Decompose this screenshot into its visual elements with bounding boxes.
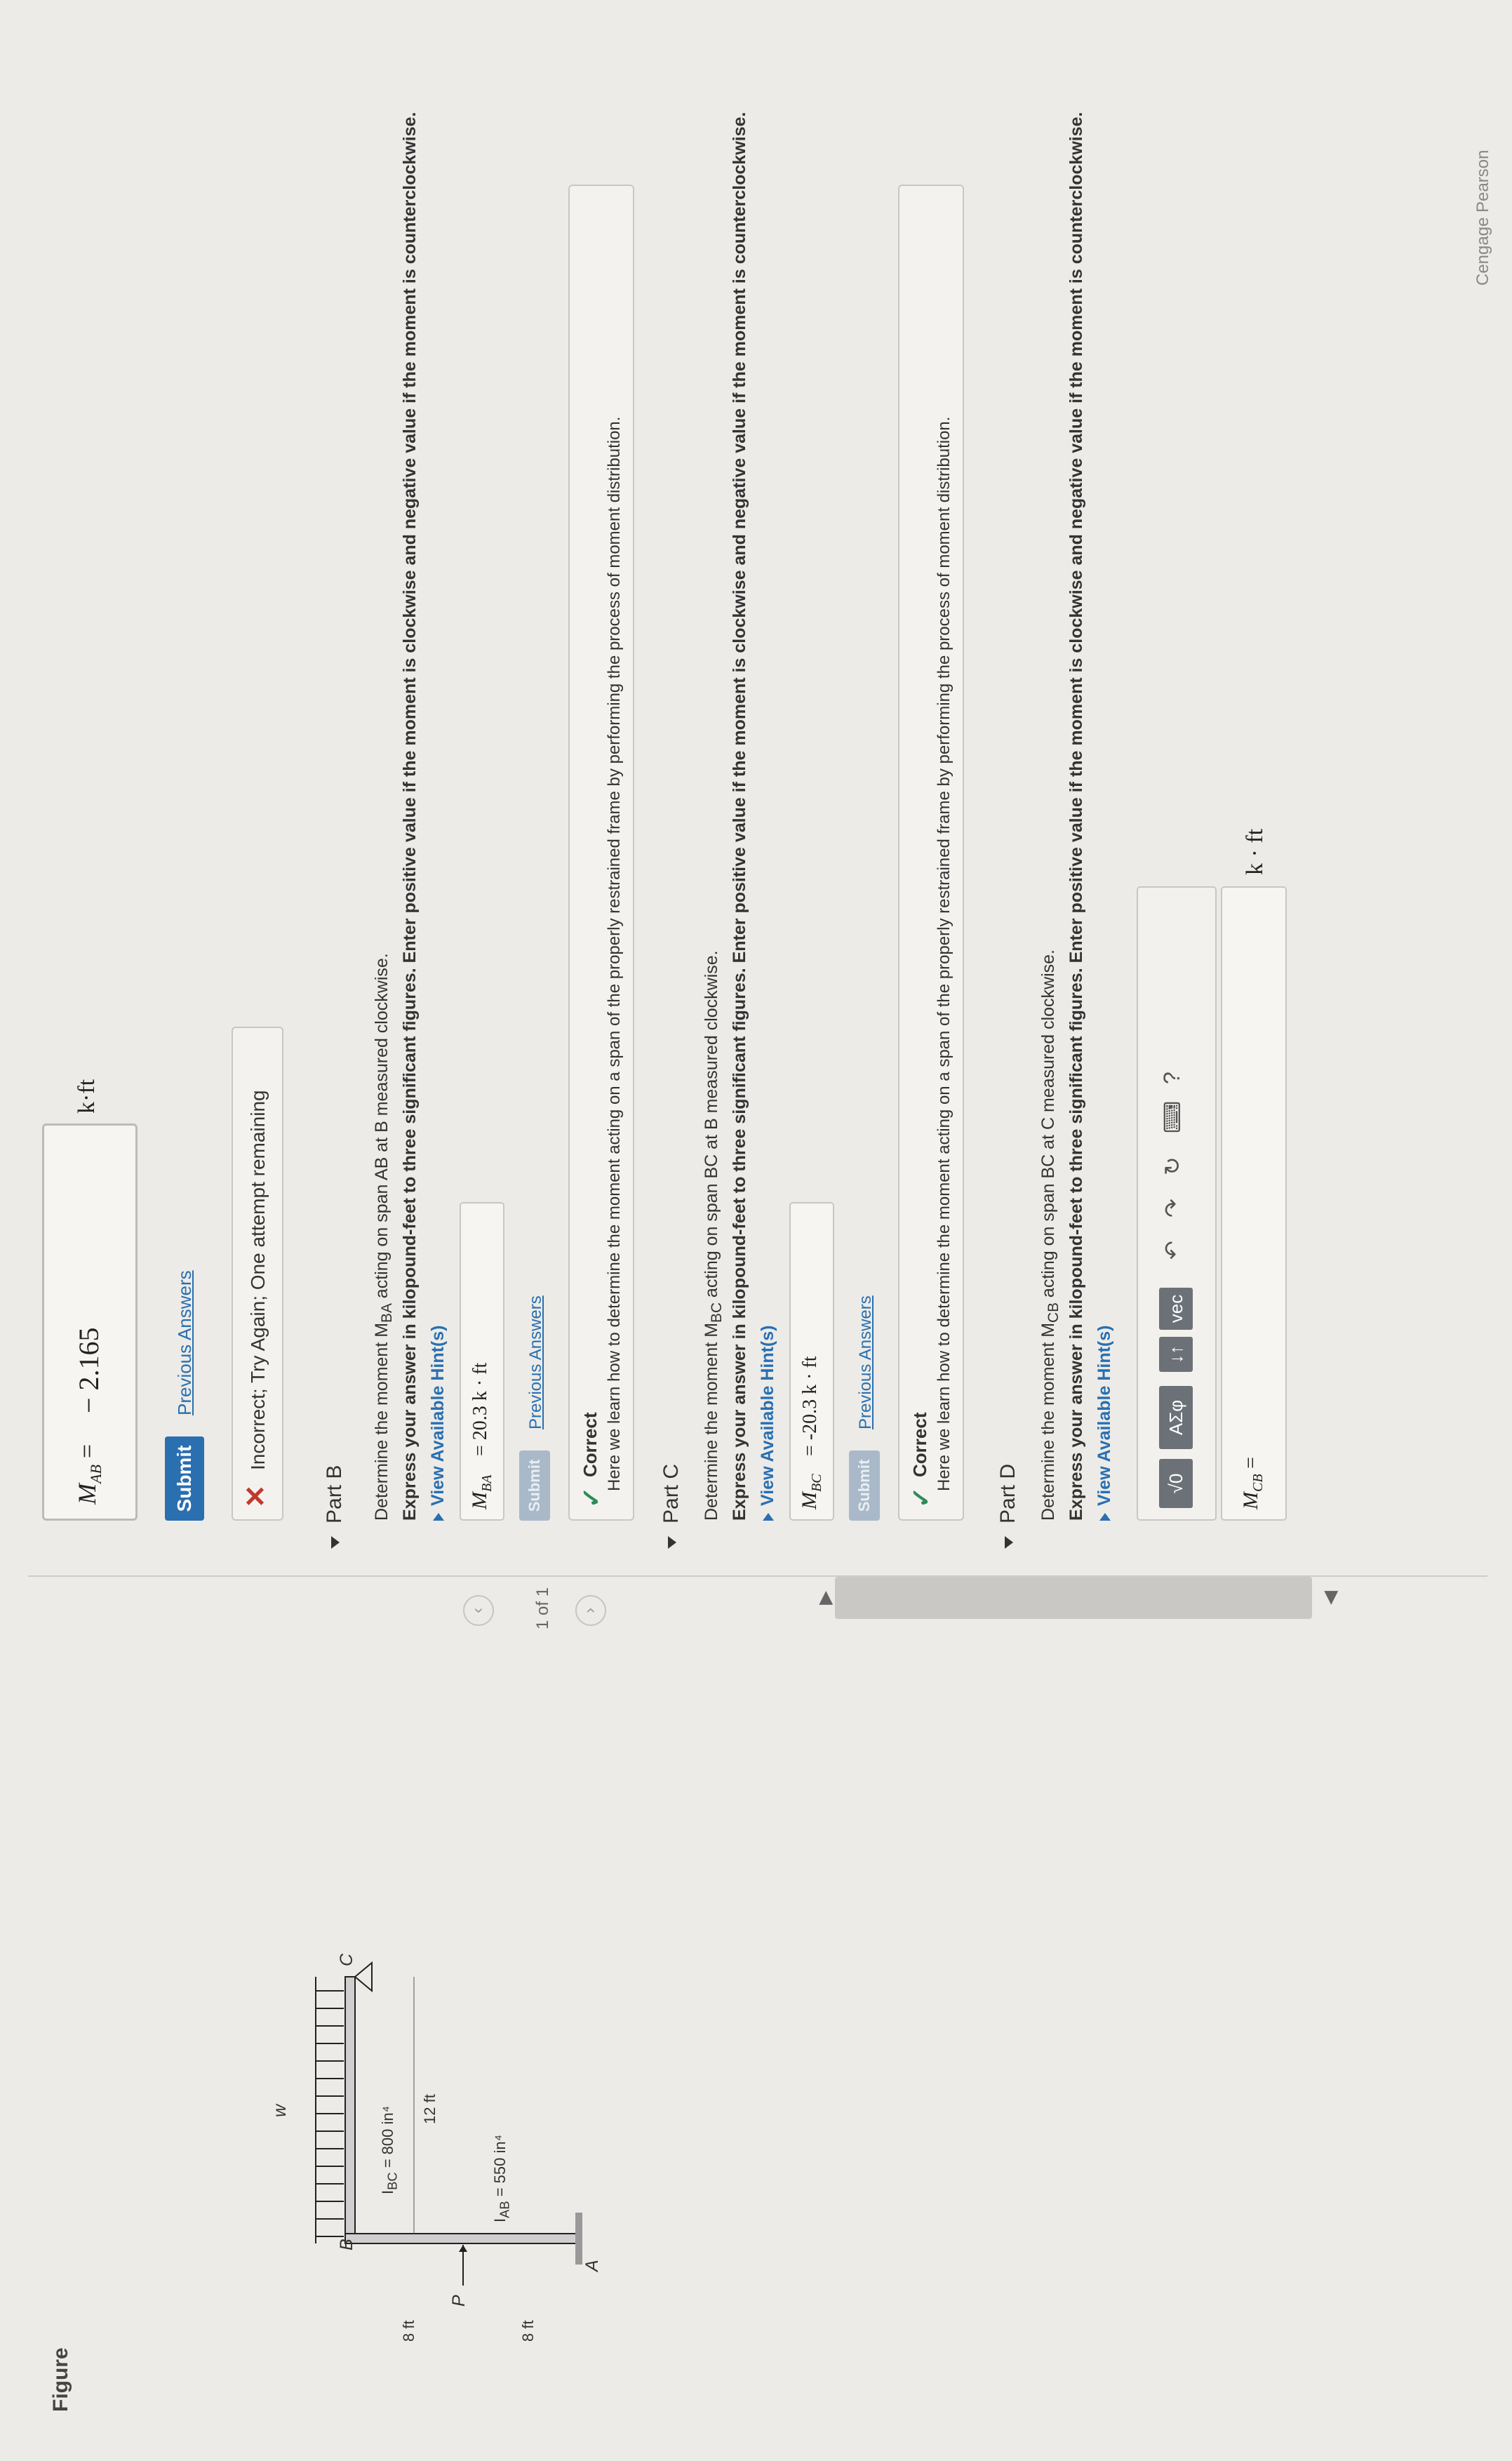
label-h2: 8 ft (519, 2320, 537, 2342)
part-b-previous-answers-link[interactable]: Previous Answers (526, 1295, 546, 1429)
scroll-left-icon[interactable]: ◀ (1319, 1591, 1341, 1605)
label-a: A (582, 2260, 602, 2272)
page: Figure w B C A P IBC = 800 in⁴ IAB = 550… (0, 0, 1512, 2461)
reset-icon[interactable]: ↻ (1159, 1156, 1186, 1175)
beam-bc (344, 1976, 356, 2244)
part-a-feedback: ✕ Incorrect; Try Again; One attempt rema… (232, 1027, 283, 1521)
frame-diagram (315, 1961, 582, 2286)
subscript-button[interactable]: ↓↑ (1159, 1337, 1193, 1372)
label-w: w (270, 2104, 290, 2117)
part-b-answer-label: MBA (468, 1474, 495, 1509)
support-c (354, 1961, 373, 1993)
vector-button[interactable]: vec (1159, 1288, 1193, 1330)
part-b-feedback-text: Here we learn how to determine the momen… (605, 416, 624, 1491)
support-a (575, 2213, 582, 2265)
incorrect-icon: ✕ (241, 1484, 272, 1508)
redo-icon[interactable]: ↷ (1159, 1199, 1186, 1218)
label-p: P (449, 2295, 469, 2307)
collapse-caret-icon (331, 1536, 340, 1549)
undo-icon[interactable]: ↶ (1159, 1241, 1186, 1260)
next-figure-button[interactable]: › (575, 1595, 606, 1626)
correct-check-icon: ✓ (577, 1486, 606, 1508)
part-c-feedback: ✓ Correct Here we learn how to determine… (898, 185, 964, 1521)
part-d-prompt: Determine the moment MCB acting on span … (1038, 949, 1062, 1521)
figure-panel: Figure w B C A P IBC = 800 in⁴ IAB = 550… (28, 1575, 1487, 2433)
part-b-feedback-title: Correct (580, 1412, 601, 1477)
part-b-answer-field[interactable]: MBA = 20.3 k · ft (460, 1202, 504, 1521)
label-span: 12 ft (421, 2094, 439, 2124)
footer-brand: Cengage Pearson (1473, 149, 1492, 286)
part-d-answer-field[interactable]: MCB = (1221, 886, 1287, 1521)
figure-title: Figure (49, 2347, 72, 2412)
part-a-label: MAB = (73, 1443, 105, 1505)
part-b-instructions: Express your answer in kilopound-feet to… (400, 112, 420, 1521)
part-d-title[interactable]: Part D (996, 1464, 1020, 1549)
correct-check-icon: ✓ (906, 1486, 935, 1508)
part-b-answer-value: = 20.3 k · ft (469, 1362, 491, 1456)
distributed-load (315, 1977, 344, 2243)
templates-button[interactable]: √0 (1159, 1459, 1193, 1508)
part-c-feedback-title: Correct (909, 1412, 930, 1477)
part-c-answer-field[interactable]: MBC = -20.3 k · ft (789, 1202, 834, 1521)
expand-arrow-icon (1099, 1513, 1111, 1521)
prev-figure-button[interactable]: ‹ (463, 1595, 494, 1626)
part-c-prompt: Determine the moment MBC acting on span … (702, 950, 725, 1521)
part-a-feedback-text: Incorrect; Try Again; One attempt remain… (247, 1090, 269, 1470)
part-c-answer-value: = -20.3 k · ft (799, 1356, 821, 1456)
help-icon[interactable]: ? (1159, 1072, 1185, 1084)
label-iab: IAB = 550 in⁴ (491, 2134, 512, 2222)
part-a-value[interactable]: − 2.165 (72, 1327, 105, 1413)
part-b-prompt: Determine the moment MBA acting on span … (372, 953, 395, 1521)
expand-arrow-icon (433, 1513, 445, 1521)
part-d-unit: k · ft (1242, 828, 1268, 875)
label-c: C (337, 1953, 356, 1966)
scroll-right-icon[interactable]: ▶ (814, 1591, 836, 1605)
part-b-hints-link[interactable]: View Available Hint(s) (428, 1326, 448, 1521)
part-c-submit-button[interactable]: Submit (849, 1450, 880, 1521)
part-b-submit-button[interactable]: Submit (519, 1450, 550, 1521)
part-d-instructions: Express your answer in kilopound-feet to… (1066, 112, 1086, 1521)
part-c-feedback-text: Here we learn how to determine the momen… (935, 416, 954, 1491)
keyboard-icon[interactable]: ⌨ (1159, 1101, 1186, 1133)
label-ibc: IBC = 800 in⁴ (379, 2105, 400, 2194)
collapse-caret-icon (668, 1536, 677, 1549)
part-d-hints-link[interactable]: View Available Hint(s) (1095, 1326, 1115, 1521)
part-a-submit-button[interactable]: Submit (165, 1436, 204, 1521)
part-c-hints-link[interactable]: View Available Hint(s) (758, 1326, 778, 1521)
question-panel: MAB = − 2.165 k·ft Submit Previous Answe… (28, 19, 1487, 1549)
part-c-previous-answers-link[interactable]: Previous Answers (856, 1295, 876, 1429)
pager-text: 1 of 1 (533, 1587, 552, 1629)
label-h1: 8 ft (400, 2320, 417, 2342)
part-a-previous-answers-link[interactable]: Previous Answers (174, 1270, 196, 1415)
part-c-answer-label: MBC (798, 1474, 824, 1509)
part-c-instructions: Express your answer in kilopound-feet to… (730, 112, 749, 1521)
part-a-answer-box[interactable]: MAB = − 2.165 (42, 1123, 138, 1521)
load-p-arrowhead (459, 2245, 467, 2252)
label-b: B (337, 2239, 356, 2250)
part-d-answer-label: MCB = (1239, 1457, 1266, 1509)
collapse-caret-icon (1005, 1536, 1014, 1549)
part-c-title[interactable]: Part C (660, 1464, 683, 1549)
part-b-title[interactable]: Part B (323, 1465, 347, 1549)
column-ab (344, 2233, 577, 2244)
part-a-unit: k·ft (74, 1079, 100, 1114)
part-b-feedback: ✓ Correct Here we learn how to determine… (568, 185, 634, 1521)
greek-button[interactable]: ΑΣφ (1159, 1386, 1193, 1449)
expand-arrow-icon (763, 1513, 775, 1521)
scrollbar-thumb[interactable] (835, 1577, 1312, 1619)
part-d-math-toolbar: √0 ΑΣφ ↓↑ vec ↶ ↷ ↻ ⌨ ? (1137, 886, 1217, 1521)
